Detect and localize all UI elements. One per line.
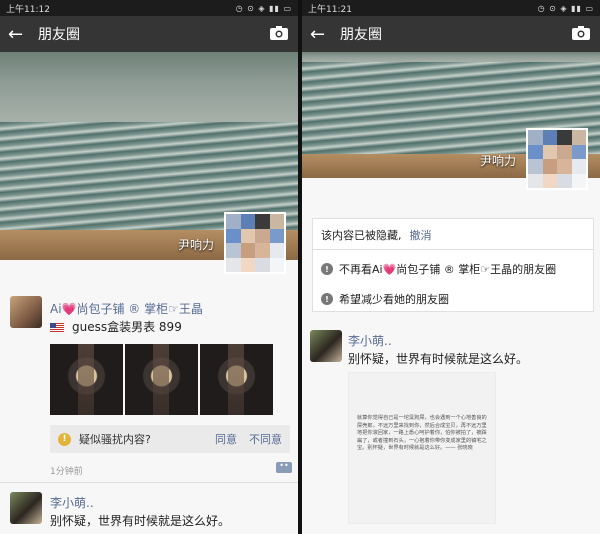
status-bar: 上午11:12 ◷ ⊙ ◈ ▮▮ ▭ [0, 0, 298, 16]
spam-question: 疑似骚扰内容? [79, 433, 151, 446]
camera-icon[interactable] [270, 26, 288, 40]
back-arrow-icon[interactable]: ← [8, 24, 30, 45]
disagree-button[interactable]: 不同意 [249, 431, 282, 447]
spam-feedback-box: ! 疑似骚扰内容? 同意 不同意 [50, 425, 290, 453]
status-time: 上午11:21 [308, 4, 352, 15]
us-flag-icon [50, 323, 64, 332]
warning-icon: ! [58, 432, 71, 446]
post-photo-1[interactable] [50, 344, 123, 415]
owner-name: 尹响力 [480, 154, 517, 168]
author-avatar[interactable] [310, 330, 342, 362]
camera-icon[interactable] [572, 26, 590, 40]
see-less-option-label: 希望减少看她的朋友圈 [339, 293, 449, 306]
left-screen: 上午11:12 ◷ ⊙ ◈ ▮▮ ▭ ← 朋友圈 Ai💗尚包子铺 ® 掌柜☞王晶… [0, 0, 298, 534]
post-photo-2[interactable] [125, 344, 198, 415]
post-time: 1分钟前 [50, 467, 83, 477]
divider [0, 482, 298, 483]
hidden-notice: 该内容已被隐藏, [321, 229, 402, 242]
post-photo-3[interactable] [200, 344, 273, 415]
author-avatar[interactable] [10, 492, 42, 524]
header: ← 朋友圈 [0, 16, 298, 52]
right-screen: 上午11:21 ◷ ⊙ ◈ ▮▮ ▭ ← 朋友圈 尹响力 该内容已被隐藏, 撤消… [302, 0, 600, 534]
post-text: guess盒装男表 899 [50, 318, 182, 335]
comment-icon[interactable]: •• [276, 462, 292, 473]
owner-avatar[interactable] [526, 128, 588, 190]
page-title: 朋友圈 [340, 27, 382, 43]
status-time: 上午11:12 [6, 4, 50, 15]
divider [313, 249, 593, 250]
author-avatar[interactable] [10, 296, 42, 328]
unfollow-option-label: 不再看Ai💗尚包子铺 ® 掌柜☞王晶的朋友圈 [339, 263, 557, 276]
hidden-notice-row: 该内容已被隐藏, 撤消 [321, 227, 432, 243]
owner-name: 尹响力 [178, 238, 215, 252]
post-author[interactable]: Ai💗尚包子铺 ® 掌柜☞王晶 [50, 300, 203, 317]
hidden-content-panel: 该内容已被隐藏, 撤消 ! 不再看Ai💗尚包子铺 ® 掌柜☞王晶的朋友圈 ! 希… [312, 218, 594, 312]
back-arrow-icon[interactable]: ← [310, 24, 332, 45]
post-image-text: 就算你觉得自己是一坨臭狗屎，也会遇到一个心地善良的屎壳郎，不远万里来找到你，然后… [357, 415, 487, 451]
undo-link[interactable]: 撤消 [410, 227, 432, 243]
owner-avatar[interactable] [224, 212, 286, 274]
post-author[interactable]: 李小萌.. [348, 332, 392, 349]
agree-button[interactable]: 同意 [215, 431, 237, 447]
unfollow-option[interactable]: ! 不再看Ai💗尚包子铺 ® 掌柜☞王晶的朋友圈 [321, 261, 556, 277]
post-text-image[interactable]: 就算你觉得自己是一坨臭狗屎，也会遇到一个心地善良的屎壳郎，不远万里来找到你，然后… [348, 372, 496, 524]
status-icons: ◷ ⊙ ◈ ▮▮ ▭ [537, 3, 594, 13]
status-icons: ◷ ⊙ ◈ ▮▮ ▭ [235, 3, 292, 13]
status-bar: 上午11:21 ◷ ⊙ ◈ ▮▮ ▭ [302, 0, 600, 16]
post-text: 别怀疑，世界有时候就是这么好。 [50, 514, 231, 528]
page-title: 朋友圈 [38, 27, 80, 43]
see-less-option[interactable]: ! 希望减少看她的朋友圈 [321, 291, 449, 307]
info-icon: ! [321, 293, 333, 305]
post-author[interactable]: 李小萌.. [50, 494, 94, 511]
header: ← 朋友圈 [302, 16, 600, 52]
info-icon: ! [321, 263, 333, 275]
post-text: 别怀疑，世界有时候就是这么好。 [348, 352, 529, 366]
